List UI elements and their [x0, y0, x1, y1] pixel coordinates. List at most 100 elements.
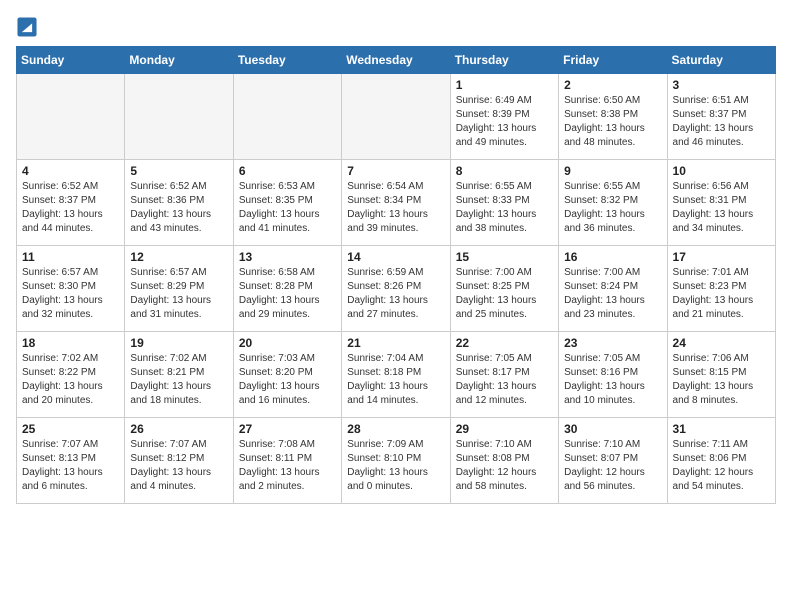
calendar-cell: 27 Sunrise: 7:08 AMSunset: 8:11 PMDayligh… — [233, 418, 341, 504]
day-number: 29 — [456, 422, 553, 436]
day-number: 5 — [130, 164, 227, 178]
day-info: Sunrise: 6:57 AMSunset: 8:29 PMDaylight:… — [130, 266, 227, 322]
calendar-cell: 9Sunrise: 6:55 AMSunset: 8:32 PMDaylight… — [559, 160, 667, 246]
calendar-cell: 17 Sunrise: 7:01 AMSunset: 8:23 PMDayligh… — [667, 246, 775, 332]
calendar-cell: 24Sunrise: 7:06 AMSunset: 8:15 PMDayligh… — [667, 332, 775, 418]
weekday-header: Friday — [559, 47, 667, 74]
day-info: Sunrise: 7:02 AMSunset: 8:22 PMDaylight:… — [22, 352, 119, 408]
calendar-cell: 15Sunrise: 7:00 AMSunset: 8:25 PMDayligh… — [450, 246, 558, 332]
calendar-week-row: 11 Sunrise: 6:57 AMSunset: 8:30 PMDayligh… — [17, 246, 776, 332]
day-number: 6 — [239, 164, 336, 178]
calendar-cell: 2 Sunrise: 6:50 AMSunset: 8:38 PMDaylight… — [559, 74, 667, 160]
day-info: Sunrise: 7:03 AMSunset: 8:20 PMDaylight:… — [239, 352, 336, 408]
day-number: 22 — [456, 336, 553, 350]
day-number: 15 — [456, 250, 553, 264]
day-info: Sunrise: 7:10 AMSunset: 8:08 PMDaylight:… — [456, 438, 553, 494]
calendar-cell: 16Sunrise: 7:00 AMSunset: 8:24 PMDayligh… — [559, 246, 667, 332]
day-number: 18 — [22, 336, 119, 350]
calendar-header-row: SundayMondayTuesdayWednesdayThursdayFrid… — [17, 47, 776, 74]
day-info: Sunrise: 6:50 AMSunset: 8:38 PMDaylight:… — [564, 94, 661, 150]
day-number: 26 — [130, 422, 227, 436]
day-info: Sunrise: 6:57 AMSunset: 8:30 PMDaylight:… — [22, 266, 119, 322]
calendar-cell: 23 Sunrise: 7:05 AMSunset: 8:16 PMDayligh… — [559, 332, 667, 418]
day-number: 12 — [130, 250, 227, 264]
page-header — [16, 16, 776, 38]
calendar-cell: 22 Sunrise: 7:05 AMSunset: 8:17 PMDayligh… — [450, 332, 558, 418]
weekday-header: Monday — [125, 47, 233, 74]
calendar-cell — [125, 74, 233, 160]
day-info: Sunrise: 7:01 AMSunset: 8:23 PMDaylight:… — [673, 266, 770, 322]
day-number: 14 — [347, 250, 444, 264]
day-number: 21 — [347, 336, 444, 350]
day-info: Sunrise: 6:51 AMSunset: 8:37 PMDaylight:… — [673, 94, 770, 150]
calendar-cell: 19 Sunrise: 7:02 AMSunset: 8:21 PMDayligh… — [125, 332, 233, 418]
weekday-header: Saturday — [667, 47, 775, 74]
logo — [16, 16, 42, 38]
calendar-cell: 28 Sunrise: 7:09 AMSunset: 8:10 PMDayligh… — [342, 418, 450, 504]
day-info: Sunrise: 6:52 AMSunset: 8:37 PMDaylight:… — [22, 180, 119, 236]
calendar-cell: 3 Sunrise: 6:51 AMSunset: 8:37 PMDaylight… — [667, 74, 775, 160]
day-info: Sunrise: 7:08 AMSunset: 8:11 PMDaylight:… — [239, 438, 336, 494]
day-number: 28 — [347, 422, 444, 436]
day-number: 2 — [564, 78, 661, 92]
day-number: 4 — [22, 164, 119, 178]
day-number: 3 — [673, 78, 770, 92]
calendar-week-row: 25Sunrise: 7:07 AMSunset: 8:13 PMDayligh… — [17, 418, 776, 504]
calendar-week-row: 4 Sunrise: 6:52 AMSunset: 8:37 PMDaylight… — [17, 160, 776, 246]
calendar-cell: 7Sunrise: 6:54 AMSunset: 8:34 PMDaylight… — [342, 160, 450, 246]
calendar-cell: 18 Sunrise: 7:02 AMSunset: 8:22 PMDayligh… — [17, 332, 125, 418]
calendar-cell: 4 Sunrise: 6:52 AMSunset: 8:37 PMDaylight… — [17, 160, 125, 246]
calendar-cell: 14 Sunrise: 6:59 AMSunset: 8:26 PMDayligh… — [342, 246, 450, 332]
weekday-header: Tuesday — [233, 47, 341, 74]
day-info: Sunrise: 7:10 AMSunset: 8:07 PMDaylight:… — [564, 438, 661, 494]
day-info: Sunrise: 6:54 AMSunset: 8:34 PMDaylight:… — [347, 180, 444, 236]
day-info: Sunrise: 7:00 AMSunset: 8:24 PMDaylight:… — [564, 266, 661, 322]
day-number: 9 — [564, 164, 661, 178]
weekday-header: Thursday — [450, 47, 558, 74]
day-info: Sunrise: 6:49 AMSunset: 8:39 PMDaylight:… — [456, 94, 553, 150]
day-info: Sunrise: 7:04 AMSunset: 8:18 PMDaylight:… — [347, 352, 444, 408]
logo-icon — [16, 16, 38, 38]
day-number: 27 — [239, 422, 336, 436]
day-number: 11 — [22, 250, 119, 264]
day-info: Sunrise: 7:07 AMSunset: 8:12 PMDaylight:… — [130, 438, 227, 494]
day-info: Sunrise: 7:05 AMSunset: 8:17 PMDaylight:… — [456, 352, 553, 408]
day-number: 30 — [564, 422, 661, 436]
calendar-cell: 13Sunrise: 6:58 AMSunset: 8:28 PMDayligh… — [233, 246, 341, 332]
calendar-cell — [17, 74, 125, 160]
day-number: 19 — [130, 336, 227, 350]
day-number: 10 — [673, 164, 770, 178]
calendar-cell: 26 Sunrise: 7:07 AMSunset: 8:12 PMDayligh… — [125, 418, 233, 504]
day-info: Sunrise: 6:52 AMSunset: 8:36 PMDaylight:… — [130, 180, 227, 236]
calendar-cell — [233, 74, 341, 160]
day-info: Sunrise: 7:07 AMSunset: 8:13 PMDaylight:… — [22, 438, 119, 494]
calendar-cell: 1 Sunrise: 6:49 AMSunset: 8:39 PMDaylight… — [450, 74, 558, 160]
day-number: 20 — [239, 336, 336, 350]
day-number: 23 — [564, 336, 661, 350]
day-number: 1 — [456, 78, 553, 92]
day-number: 17 — [673, 250, 770, 264]
calendar-cell: 30 Sunrise: 7:10 AMSunset: 8:07 PMDayligh… — [559, 418, 667, 504]
calendar-cell: 11 Sunrise: 6:57 AMSunset: 8:30 PMDayligh… — [17, 246, 125, 332]
calendar-cell: 6 Sunrise: 6:53 AMSunset: 8:35 PMDaylight… — [233, 160, 341, 246]
calendar-cell: 29 Sunrise: 7:10 AMSunset: 8:08 PMDayligh… — [450, 418, 558, 504]
day-number: 13 — [239, 250, 336, 264]
day-number: 8 — [456, 164, 553, 178]
day-info: Sunrise: 6:53 AMSunset: 8:35 PMDaylight:… — [239, 180, 336, 236]
calendar-cell: 31 Sunrise: 7:11 AMSunset: 8:06 PMDayligh… — [667, 418, 775, 504]
weekday-header: Sunday — [17, 47, 125, 74]
day-info: Sunrise: 7:11 AMSunset: 8:06 PMDaylight:… — [673, 438, 770, 494]
calendar-cell: 20 Sunrise: 7:03 AMSunset: 8:20 PMDayligh… — [233, 332, 341, 418]
weekday-header: Wednesday — [342, 47, 450, 74]
calendar-cell: 8Sunrise: 6:55 AMSunset: 8:33 PMDaylight… — [450, 160, 558, 246]
day-info: Sunrise: 7:02 AMSunset: 8:21 PMDaylight:… — [130, 352, 227, 408]
day-number: 31 — [673, 422, 770, 436]
day-info: Sunrise: 7:05 AMSunset: 8:16 PMDaylight:… — [564, 352, 661, 408]
day-info: Sunrise: 7:09 AMSunset: 8:10 PMDaylight:… — [347, 438, 444, 494]
calendar-week-row: 1 Sunrise: 6:49 AMSunset: 8:39 PMDaylight… — [17, 74, 776, 160]
calendar-table: SundayMondayTuesdayWednesdayThursdayFrid… — [16, 46, 776, 504]
calendar-cell: 25Sunrise: 7:07 AMSunset: 8:13 PMDayligh… — [17, 418, 125, 504]
calendar-cell: 21 Sunrise: 7:04 AMSunset: 8:18 PMDayligh… — [342, 332, 450, 418]
day-info: Sunrise: 6:59 AMSunset: 8:26 PMDaylight:… — [347, 266, 444, 322]
day-info: Sunrise: 6:56 AMSunset: 8:31 PMDaylight:… — [673, 180, 770, 236]
